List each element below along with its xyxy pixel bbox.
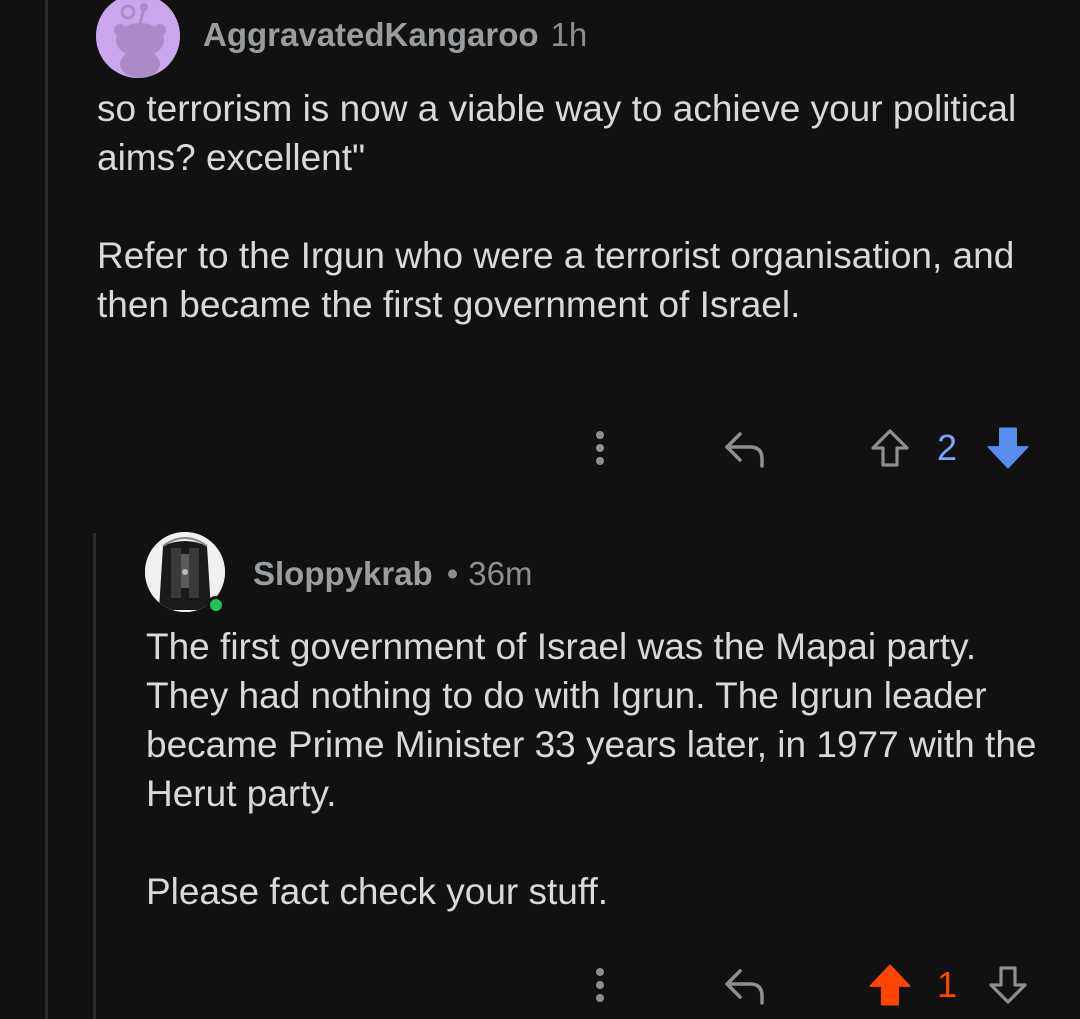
online-status-indicator: [207, 596, 225, 614]
more-vertical-icon: [596, 426, 604, 470]
downvote-button[interactable]: [980, 418, 1036, 478]
comment-paragraph: Please fact check your stuff.: [146, 871, 609, 912]
thread-line[interactable]: [45, 0, 48, 1019]
reply-button[interactable]: [715, 418, 775, 478]
comment-paragraph: The first government of Israel was the M…: [146, 626, 1037, 814]
timestamp: 1h: [550, 16, 588, 53]
snoo-avatar-icon: [96, 0, 180, 78]
comment-actions: 1: [0, 955, 1080, 1015]
username[interactable]: AggravatedKangaroo: [203, 16, 539, 54]
comment-paragraph: Refer to the Irgun who were a terrorist …: [97, 235, 1015, 325]
reply-arrow-icon: [725, 432, 764, 468]
upvote-outline-icon: [871, 429, 909, 467]
comment-meta: AggravatedKangaroo 1h: [203, 16, 587, 54]
upvote-button[interactable]: [862, 955, 918, 1015]
avatar[interactable]: [96, 0, 180, 78]
more-options-button[interactable]: [580, 955, 620, 1015]
reply-arrow-icon: [725, 969, 764, 1005]
vote-score: 2: [936, 427, 958, 468]
reply-thread-line[interactable]: [93, 533, 96, 1019]
more-options-button[interactable]: [580, 418, 620, 478]
downvote-filled-icon: [987, 427, 1029, 469]
upvote-button[interactable]: [862, 418, 918, 478]
timestamp: 36m: [468, 555, 533, 592]
comment-actions: 2: [0, 418, 1080, 478]
comment-body: so terrorism is now a viable way to achi…: [97, 84, 1027, 329]
upvote-filled-icon: [869, 964, 911, 1006]
vote-score: 1: [936, 964, 958, 1005]
downvote-button[interactable]: [980, 955, 1036, 1015]
meta-separator: •: [446, 555, 459, 592]
comment-meta: Sloppykrab • 36m: [253, 555, 532, 593]
more-vertical-icon: [596, 963, 604, 1007]
reply-button[interactable]: [715, 955, 775, 1015]
comment-body: The first government of Israel was the M…: [146, 622, 1046, 916]
username[interactable]: Sloppykrab: [253, 555, 433, 593]
comment-paragraph: so terrorism is now a viable way to achi…: [97, 88, 1017, 178]
downvote-outline-icon: [989, 966, 1027, 1004]
